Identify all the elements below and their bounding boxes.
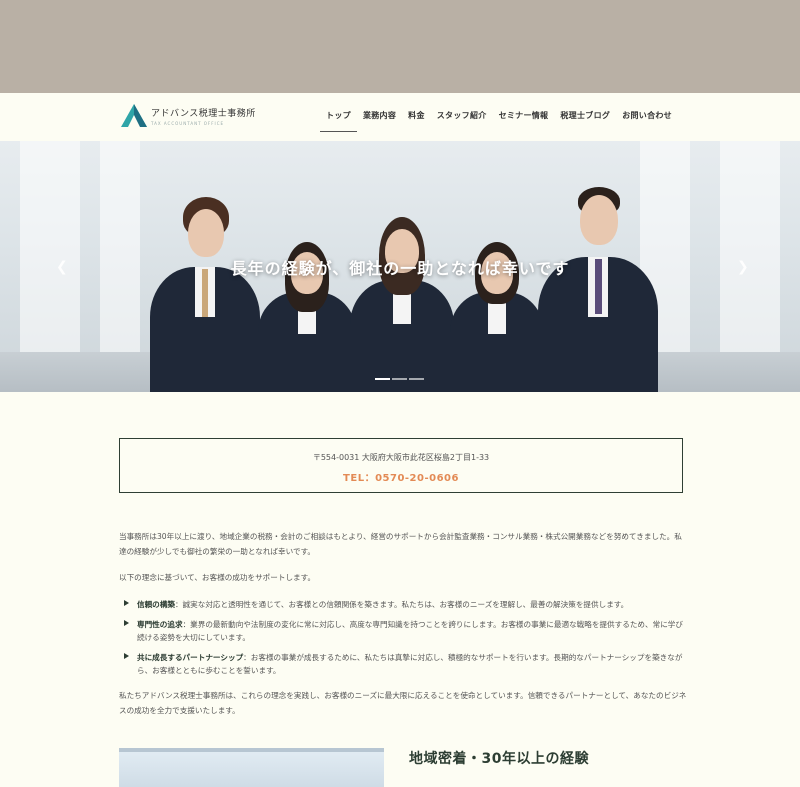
- bullet-title: 共に成長するパートナーシップ: [137, 653, 244, 662]
- feature-title: 地域密着・30年以上の経験: [409, 751, 589, 767]
- logo-triangle-icon: [121, 104, 147, 127]
- top-band: [0, 0, 800, 93]
- triangle-bullet-icon: [124, 600, 129, 606]
- bullet-title: 専門性の追求: [137, 620, 183, 629]
- chevron-right-icon[interactable]: ❯: [737, 259, 749, 275]
- list-item: 専門性の追求：業界の最新動向や法制度の変化に常に対応し、高度な専門知識を持つこと…: [124, 618, 690, 644]
- nav-blog[interactable]: 税理士ブログ: [554, 110, 616, 132]
- main-nav: トップ 業務内容 料金 スタッフ紹介 セミナー情報 税理士ブログ お問い合わせ: [320, 110, 678, 132]
- slider-dot[interactable]: [375, 378, 390, 380]
- hero-caption: 長年の経験が、御社の一助となれば幸いです: [230, 259, 570, 278]
- address-text: 〒554-0031 大阪府大阪市此花区桜島2丁目1-33: [312, 453, 490, 462]
- nav-top[interactable]: トップ: [320, 110, 357, 132]
- feature-image: [119, 748, 384, 787]
- hero-person: [538, 187, 658, 392]
- nav-pricing[interactable]: 料金: [402, 110, 431, 132]
- nav-staff[interactable]: スタッフ紹介: [431, 110, 493, 132]
- slider-dots: [375, 378, 424, 380]
- nav-contact[interactable]: お問い合わせ: [616, 110, 678, 132]
- logo-subtitle: TAX ACCOUNTANT OFFICE: [151, 120, 225, 126]
- hero-person: [150, 197, 260, 392]
- logo-name: アドバンス税理士事務所: [151, 108, 256, 119]
- intro-paragraph: 当事務所は30年以上に渡り、地域企業の税務・会計のご相談はもとより、経営のサポー…: [119, 532, 682, 556]
- bullet-title: 信頼の構築: [137, 600, 175, 609]
- list-item: 共に成長するパートナーシップ：お客様の事業が成長するために、私たちは真摯に対応し…: [124, 651, 690, 677]
- principles-list: 信頼の構築：誠実な対応と透明性を通じて、お客様との信頼関係を築きます。私たちは、…: [124, 598, 690, 684]
- slider-dot[interactable]: [409, 378, 424, 380]
- bullet-text: ：誠実な対応と透明性を通じて、お客様との信頼関係を築きます。私たちは、お客様のニ…: [174, 600, 629, 609]
- site-header: アドバンス税理士事務所 TAX ACCOUNTANT OFFICE トップ 業務…: [0, 93, 800, 141]
- nav-services[interactable]: 業務内容: [357, 110, 402, 132]
- closing-paragraph: 私たちアドバンス税理士事務所は、これらの理念を実践し、お客様のニーズに最大限に応…: [119, 691, 687, 715]
- tel-link[interactable]: TEL：0570-20-0606: [120, 469, 682, 484]
- chevron-left-icon[interactable]: ❮: [56, 259, 68, 275]
- slider-dot[interactable]: [392, 378, 407, 380]
- logo[interactable]: アドバンス税理士事務所 TAX ACCOUNTANT OFFICE: [120, 103, 256, 128]
- hero-person: [350, 217, 454, 392]
- intro-lead: 以下の理念に基づいて、お客様の成功をサポートします。: [119, 573, 316, 582]
- list-item: 信頼の構築：誠実な対応と透明性を通じて、お客様との信頼関係を築きます。私たちは、…: [124, 598, 690, 611]
- contact-box: 〒554-0031 大阪府大阪市此花区桜島2丁目1-33 TEL：0570-20…: [119, 438, 683, 493]
- nav-seminar[interactable]: セミナー情報: [493, 110, 555, 132]
- hero-slider: 長年の経験が、御社の一助となれば幸いです ❮ ❯: [0, 141, 800, 392]
- triangle-bullet-icon: [124, 620, 129, 626]
- triangle-bullet-icon: [124, 653, 129, 659]
- main-content: 〒554-0031 大阪府大阪市此花区桜島2丁目1-33 TEL：0570-20…: [0, 392, 800, 787]
- bullet-text: ：業界の最新動向や法制度の変化に常に対応し、高度な専門知識を持つことを誇りにしま…: [137, 620, 683, 642]
